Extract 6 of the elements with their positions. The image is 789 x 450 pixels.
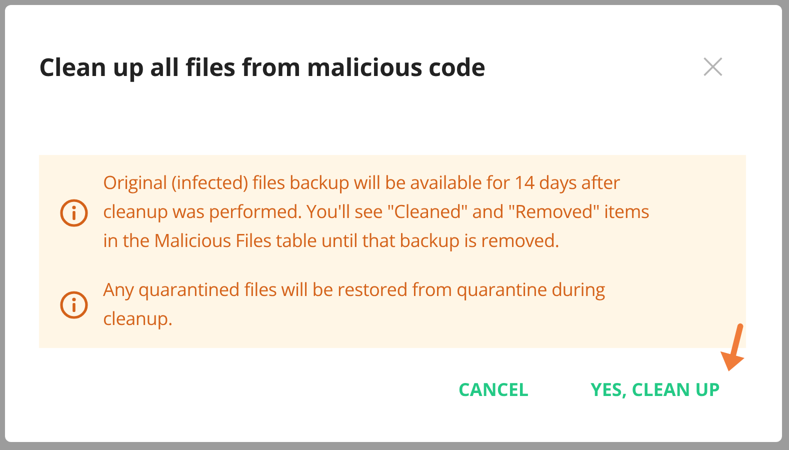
notice-text: Any quarantined files will be restored from quarantine during cleanup. — [103, 277, 606, 333]
notice-text: Original (infected) files backup will be available for 14 days after cleanup was performed. You'll see "Cleaned" and "Removed" items in the Malicious Files table until that backup is removed. — [103, 170, 650, 255]
confirm-button[interactable]: YES, CLEAN UP — [588, 374, 722, 406]
close-button[interactable]: × — [696, 49, 730, 85]
cancel-button[interactable]: CANCEL — [456, 374, 531, 406]
dialog-title: Clean up all files from malicious code — [39, 50, 486, 84]
